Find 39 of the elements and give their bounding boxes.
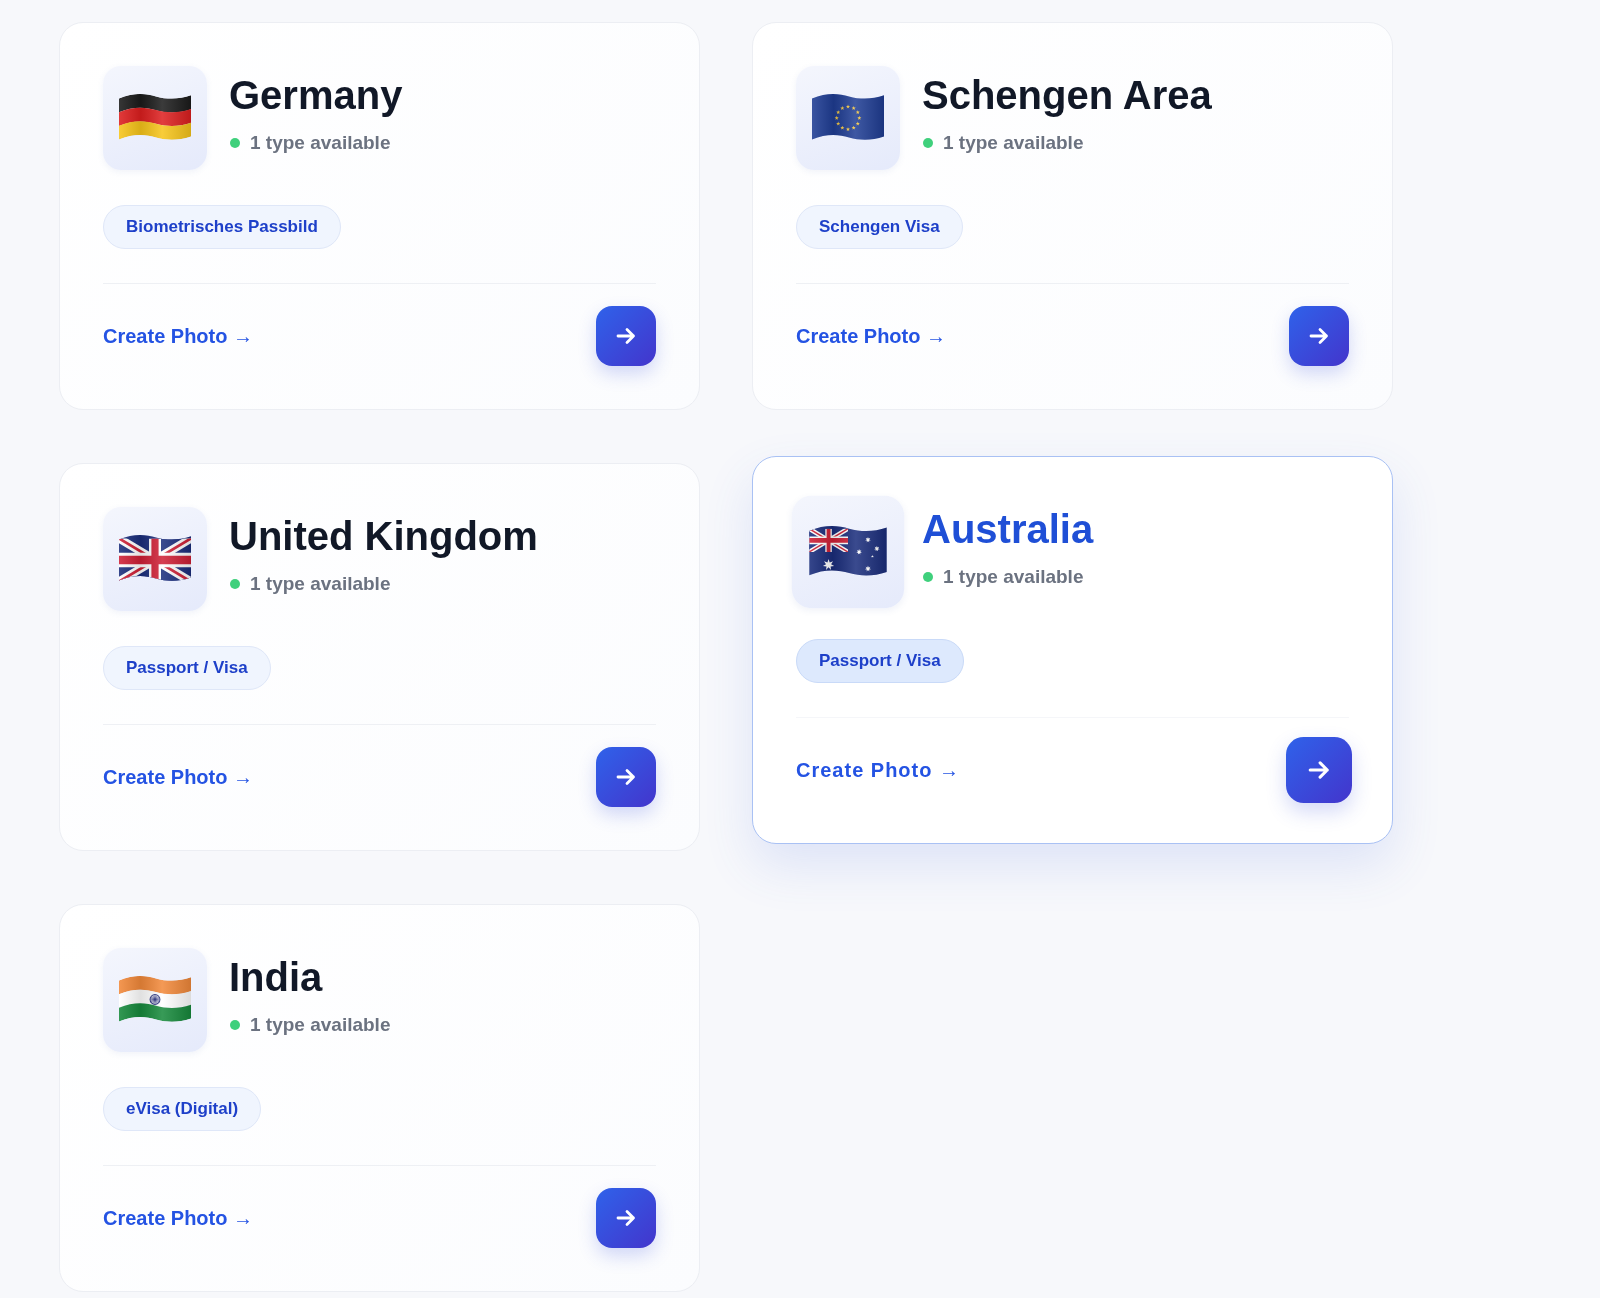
uk-flag-icon [103,507,207,611]
arrow-right-icon [615,325,637,347]
document-type-tag: Biometrisches Passbild [103,205,341,249]
create-photo-link[interactable]: Create Photo → [796,324,947,348]
status-dot-icon [923,572,933,582]
document-type-tag: Schengen Visa [796,205,963,249]
country-title: Australia [922,506,1094,553]
availability-text: 1 type available [943,131,1084,155]
eu-flag-icon [796,66,900,170]
open-button[interactable] [1289,306,1349,366]
create-photo-link[interactable]: Create Photo → [103,324,254,348]
country-title: Germany [229,72,403,119]
create-photo-link[interactable]: Create Photo → [103,1206,254,1230]
availability-text: 1 type available [250,572,391,596]
german-flag-icon [103,66,207,170]
create-photo-link[interactable]: Create Photo → [103,765,254,789]
document-type-tag: eVisa (Digital) [103,1087,262,1131]
open-button[interactable] [596,747,656,807]
australian-flag-icon [791,495,905,609]
document-type-tag: Passport / Visa [103,646,271,690]
status-dot-icon [230,138,240,148]
arrow-right-icon [615,1207,637,1229]
availability-text: 1 type available [943,565,1084,589]
status-dot-icon [230,1020,240,1030]
status-dot-icon [923,138,933,148]
arrow-right-icon [615,766,637,788]
arrow-right-icon [1308,325,1330,347]
open-button[interactable] [596,306,656,366]
country-title: India [229,954,324,1001]
open-button[interactable] [1286,737,1352,803]
create-photo-link[interactable]: Create Photo → [796,758,961,782]
status-dot-icon [230,579,240,589]
indian-flag-icon [103,948,207,1052]
availability-text: 1 type available [250,1013,391,1037]
country-title: Schengen Area [922,72,1212,119]
availability-text: 1 type available [250,131,391,155]
open-button[interactable] [596,1188,656,1248]
document-type-tag: Passport / Visa [796,639,964,683]
country-title: United Kingdom [229,513,538,560]
